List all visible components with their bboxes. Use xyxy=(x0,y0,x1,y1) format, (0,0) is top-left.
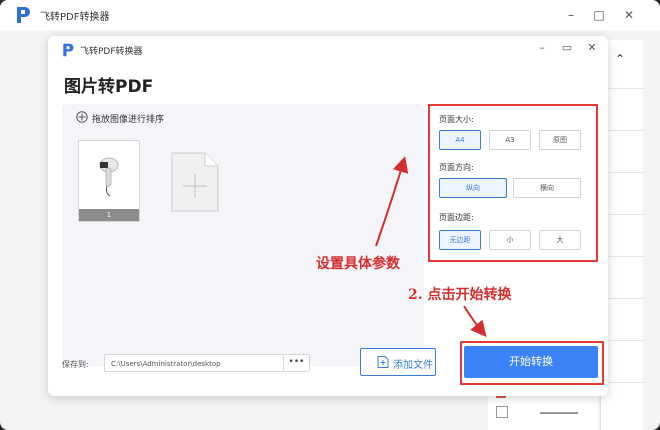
arrow-to-settings xyxy=(375,156,409,247)
annotation-arrows xyxy=(375,156,487,338)
arrow-to-start-button xyxy=(463,305,487,338)
